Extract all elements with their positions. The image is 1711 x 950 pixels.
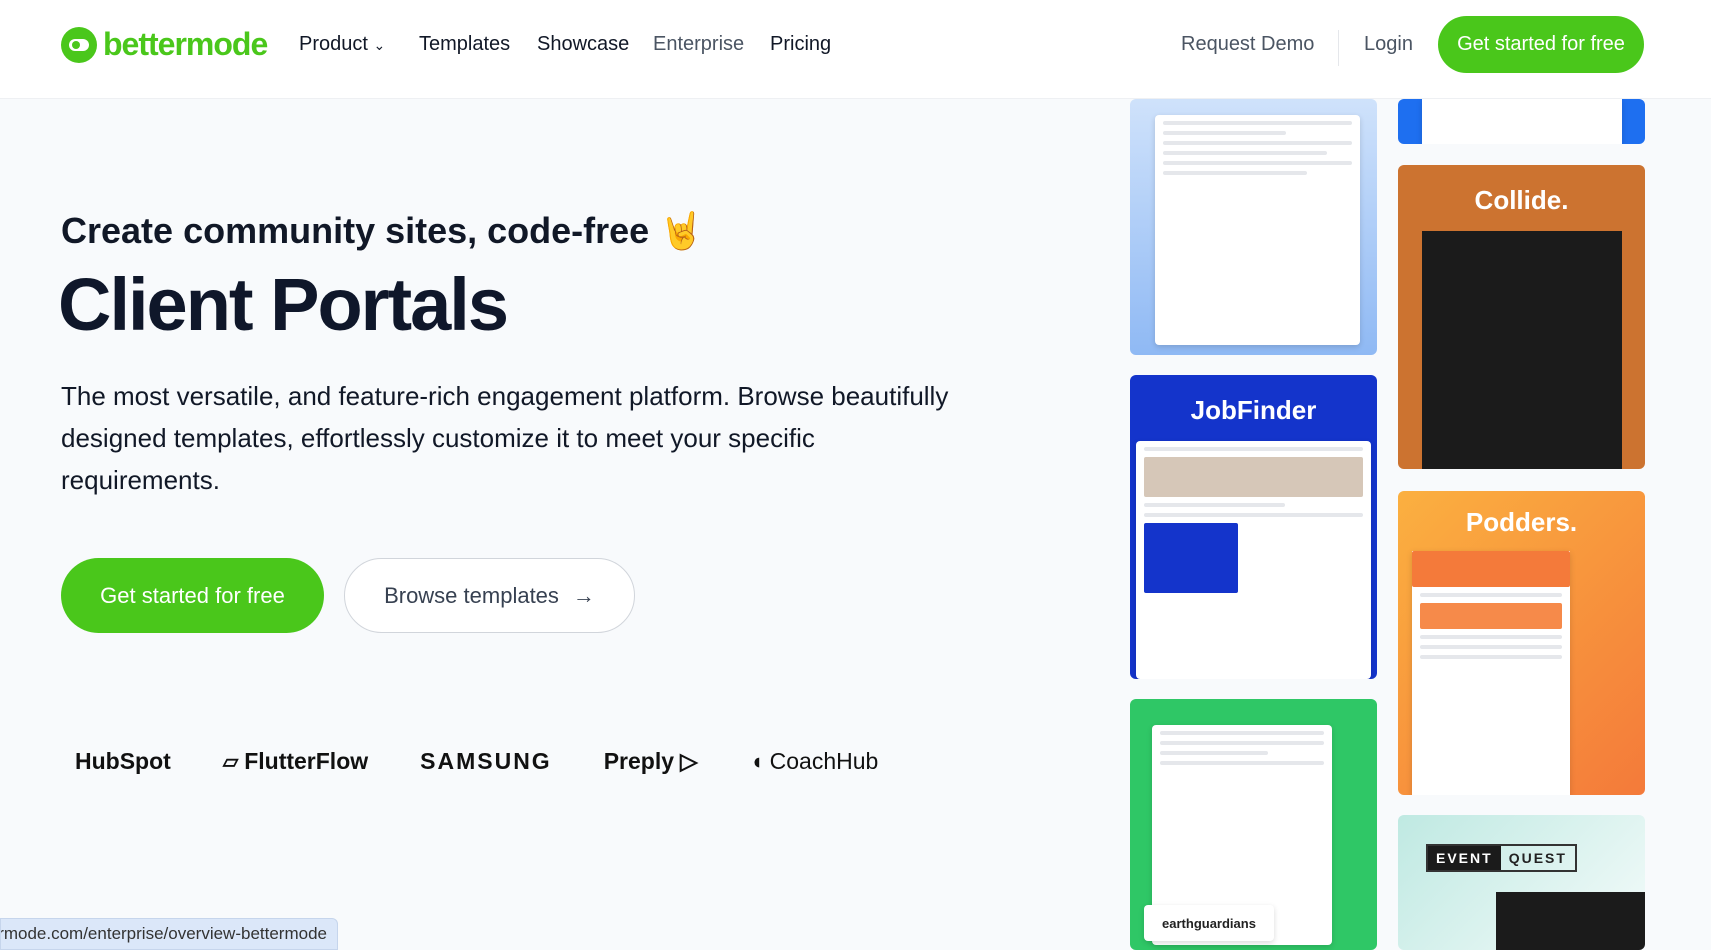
nav-showcase[interactable]: Showcase <box>537 33 629 56</box>
hero-title: Client Portals <box>58 263 509 346</box>
chevron-down-icon: ⌄ <box>373 37 386 53</box>
preply-logo: Preply ▷ <box>603 748 698 774</box>
get-started-button[interactable]: Get started for free <box>61 558 324 633</box>
arrow-right-icon: → <box>572 582 595 608</box>
logo-mark-icon <box>61 26 97 63</box>
nav-pricing[interactable]: Pricing <box>770 33 831 56</box>
rock-hand-emoji-icon: 🤘 <box>659 210 705 251</box>
hero-description: The most versatile, and feature-rich eng… <box>61 381 949 495</box>
showcase-card-jobfinder[interactable]: JobFinder <box>1130 375 1377 679</box>
showcase-card-collide[interactable]: Collide. <box>1398 165 1645 469</box>
nav-product[interactable]: Product ⌄ <box>299 33 385 56</box>
login-link[interactable]: Login <box>1364 33 1413 56</box>
showcase-card-swaplex[interactable] <box>1130 99 1377 355</box>
status-bar-url: ermode.com/enterprise/overview-bettermod… <box>0 918 338 950</box>
top-nav: bettermode Product ⌄ Templates Showcase … <box>0 0 1711 99</box>
samsung-logo: SAMSUNG <box>420 748 552 774</box>
coachhub-logo: ◖ CoachHub <box>749 748 879 774</box>
showcase-card-top[interactable] <box>1398 99 1645 144</box>
showcase-card-earthguardians[interactable]: earthguardians <box>1130 699 1377 950</box>
bettermode-logo[interactable]: bettermode <box>61 26 268 63</box>
nav-divider <box>1338 30 1339 66</box>
hubspot-logo: HubSpot <box>75 748 171 774</box>
nav-enterprise[interactable]: Enterprise <box>653 33 744 56</box>
nav-get-started-button[interactable]: Get started for free <box>1438 16 1644 73</box>
request-demo-link[interactable]: Request Demo <box>1181 33 1314 56</box>
customer-logos: HubSpot ▱ FlutterFlow SAMSUNG Preply ▷ ◖ Co… <box>75 748 878 775</box>
browse-templates-button[interactable]: Browse templates → <box>344 558 635 633</box>
showcase-card-podders[interactable]: Podders. <box>1398 491 1645 795</box>
flutterflow-logo: ▱ FlutterFlow <box>222 748 369 774</box>
showcase-card-eventquest[interactable]: EVENT QUEST <box>1398 815 1645 950</box>
hero-subtitle: Create community sites, code-free 🤘 <box>61 210 705 251</box>
nav-templates[interactable]: Templates <box>419 33 510 56</box>
